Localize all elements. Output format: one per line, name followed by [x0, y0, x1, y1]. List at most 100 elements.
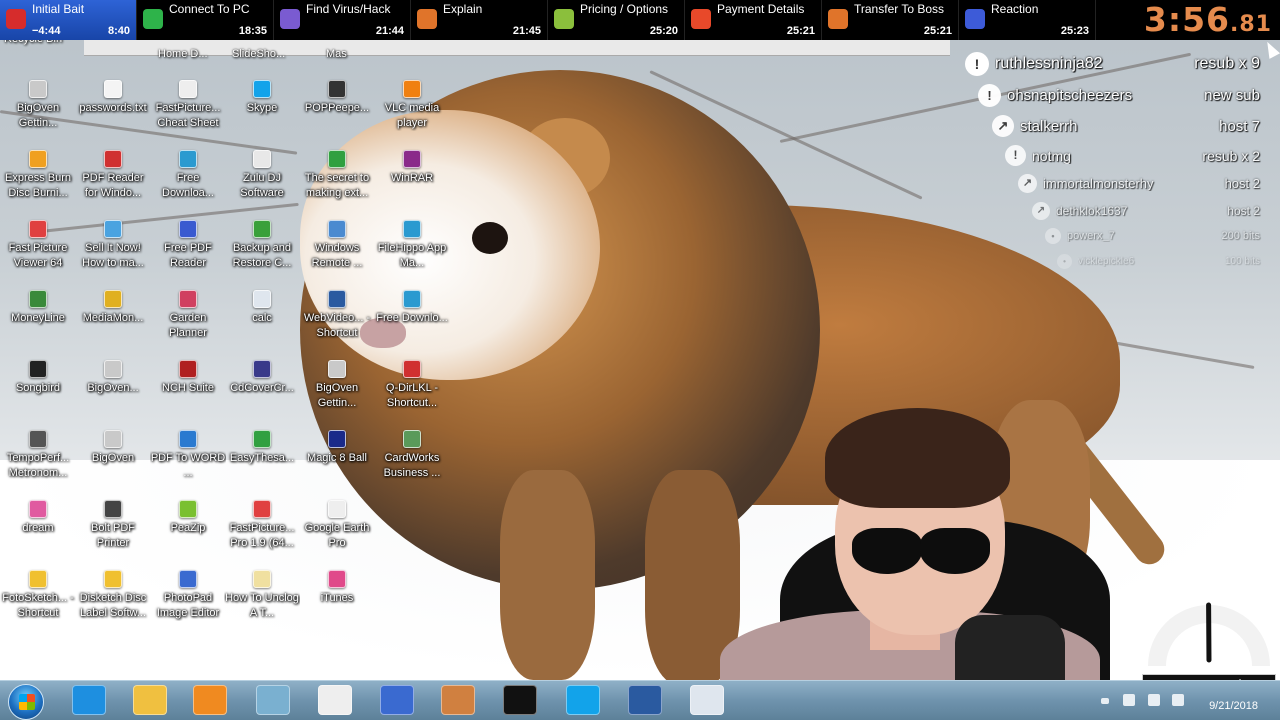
desktop-icon-label-partial[interactable]: Home D...: [158, 48, 208, 60]
desktop-icon-label: iTunes: [320, 592, 354, 604]
alert-row: • vicklepickle6 100 bits: [1057, 253, 1260, 270]
desktop-icon[interactable]: PDF To WORD ...: [150, 430, 226, 481]
taskbar-date[interactable]: 9/21/2018: [1209, 700, 1258, 712]
desktop-icon[interactable]: Zulu DJ Software: [224, 150, 300, 201]
desktop-icon[interactable]: POPPeepe...: [299, 80, 375, 131]
desktop-icon-label: The secret to making ext...: [304, 172, 370, 199]
network-icon[interactable]: [1148, 694, 1160, 706]
desktop-icon[interactable]: Backup and Restore C...: [224, 220, 300, 271]
desktop-icon[interactable]: Skype: [224, 80, 300, 131]
app-shortcut-icon: [253, 220, 271, 238]
split-delta: −4:44: [32, 25, 61, 37]
desktop-icon-label: Free Downlo...: [376, 312, 448, 324]
desktop-icon[interactable]: WebVideo... - Shortcut: [299, 290, 375, 341]
media-player-icon[interactable]: [193, 685, 227, 715]
desktop-icon[interactable]: Fast Picture Viewer 64: [0, 220, 76, 271]
desktop-icon[interactable]: CardWorks Business ...: [374, 430, 450, 481]
desktop-icon[interactable]: FotoSketch... - Shortcut: [0, 570, 76, 621]
globe-icon[interactable]: [628, 685, 662, 715]
desktop-icon[interactable]: dream: [0, 500, 76, 551]
desktop-icon[interactable]: How To Unclog A T...: [224, 570, 300, 621]
desktop-icon-label: MoneyLine: [11, 312, 65, 324]
desktop-icon[interactable]: iTunes: [299, 570, 375, 621]
internet-explorer-icon[interactable]: [72, 685, 106, 715]
alert-host-icon: ↗: [1032, 202, 1050, 220]
desktop-icon[interactable]: Q-DirLKL - Shortcut...: [374, 360, 450, 411]
desktop-icon[interactable]: Free Downloa...: [150, 150, 226, 201]
desktop-icon[interactable]: PhotoPad Image Editor: [150, 570, 226, 621]
desktop-icon[interactable]: Songbird: [0, 360, 76, 411]
volume-icon[interactable]: [1172, 694, 1184, 706]
start-button[interactable]: [8, 684, 44, 720]
app-shortcut-icon: [328, 570, 346, 588]
money-icon: [554, 9, 574, 29]
app-shortcut-icon: [328, 290, 346, 308]
app-shortcut-icon: [29, 570, 47, 588]
app-shortcut-icon: [253, 290, 271, 308]
skype-icon[interactable]: [566, 685, 600, 715]
solitaire-icon[interactable]: [318, 685, 352, 715]
file-explorer-icon[interactable]: [133, 685, 167, 715]
desktop-icon[interactable]: CdCoverCr...: [224, 360, 300, 411]
flag-icon[interactable]: [1123, 694, 1135, 706]
desktop-icon-label-partial[interactable]: Mas: [326, 48, 347, 60]
split-segment: Reaction 25:23: [959, 0, 1096, 40]
alert-username: powerx_7: [1067, 230, 1115, 242]
desktop-icon-label: Fast Picture Viewer 64: [8, 242, 68, 269]
desktop-icon-label: Magic 8 Ball: [307, 452, 367, 464]
desktop-icon-label: Q-DirLKL - Shortcut...: [385, 382, 439, 409]
desktop-icon[interactable]: BigOven Gettin...: [299, 360, 375, 411]
desktop-icon[interactable]: MoneyLine: [0, 290, 76, 341]
desktop-icon[interactable]: Magic 8 Ball: [299, 430, 375, 481]
desktop-icon[interactable]: PeaZip: [150, 500, 226, 551]
desktop-icon[interactable]: BigOven Gettin...: [0, 80, 76, 131]
desktop-icon[interactable]: Free Downlo...: [374, 290, 450, 341]
chess-icon[interactable]: [441, 685, 475, 715]
desktop-icon[interactable]: Free PDF Reader: [150, 220, 226, 271]
desktop-icon[interactable]: TempoPerf... Metronom...: [0, 430, 76, 481]
app-shortcut-icon: [179, 430, 197, 448]
desktop-icon-label: calc: [252, 312, 272, 324]
notepad-icon[interactable]: [256, 685, 290, 715]
desktop-icon[interactable]: The secret to making ext...: [299, 150, 375, 201]
desktop-icon[interactable]: passwords.txt: [75, 80, 151, 131]
desktop-icon[interactable]: NCH Suite: [150, 360, 226, 411]
desktop-icon[interactable]: FastPicture... Cheat Sheet: [150, 80, 226, 131]
alert-username: ruthlessninja82: [995, 55, 1103, 72]
desktop-icon[interactable]: Google Earth Pro: [299, 500, 375, 551]
desktop-icon[interactable]: Garden Planner: [150, 290, 226, 341]
desktop-icon[interactable]: calc: [224, 290, 300, 341]
desktop-icon-label: Google Earth Pro: [304, 522, 370, 549]
desktop-icon[interactable]: BigOven: [75, 430, 151, 481]
memometer-needle: [1206, 602, 1212, 663]
calculator-icon[interactable]: [690, 685, 724, 715]
split-name: Connect To PC: [169, 2, 250, 16]
app-shortcut-icon: [104, 290, 122, 308]
tray-arrow-icon[interactable]: [1101, 698, 1109, 704]
desktop-icon-label: VLC media player: [384, 102, 440, 129]
siren-icon: [6, 9, 26, 29]
split-time: 21:45: [512, 25, 541, 37]
desktop-icon[interactable]: Windows Remote ...: [299, 220, 375, 271]
desktop-icon[interactable]: Sell It Now! How to ma...: [75, 220, 151, 271]
desktop-icon[interactable]: BigOven...: [75, 360, 151, 411]
desktop-icon[interactable]: Bolt PDF Printer: [75, 500, 151, 551]
desktop-icon[interactable]: EasyThesa...: [224, 430, 300, 481]
app-shortcut-icon: [29, 500, 47, 518]
desktop-icon-label-partial[interactable]: SlideSho...: [232, 48, 285, 60]
app-shortcut-icon: [104, 150, 122, 168]
desktop-icon[interactable]: FileHippo App Ma...: [374, 220, 450, 271]
timer-centiseconds: .81: [1230, 12, 1272, 37]
desktop-icon[interactable]: VLC media player: [374, 80, 450, 131]
desktop-icon[interactable]: PDF Reader for Windo...: [75, 150, 151, 201]
app-shortcut-icon: [29, 290, 47, 308]
desktop-icon[interactable]: MediaMon...: [75, 290, 151, 341]
desktop-icon[interactable]: WinRAR: [374, 150, 450, 201]
desktop-icon-label: NCH Suite: [162, 382, 214, 394]
dell-icon[interactable]: [503, 685, 537, 715]
desktop-icon[interactable]: Disketch Disc Label Softw...: [75, 570, 151, 621]
desktop-icon[interactable]: Express Burn Disc Burni...: [0, 150, 76, 201]
app-shortcut-icon: [403, 80, 421, 98]
desktop-icon[interactable]: FastPicture... Pro 1.9 (64...: [224, 500, 300, 551]
search-app-icon[interactable]: [380, 685, 414, 715]
